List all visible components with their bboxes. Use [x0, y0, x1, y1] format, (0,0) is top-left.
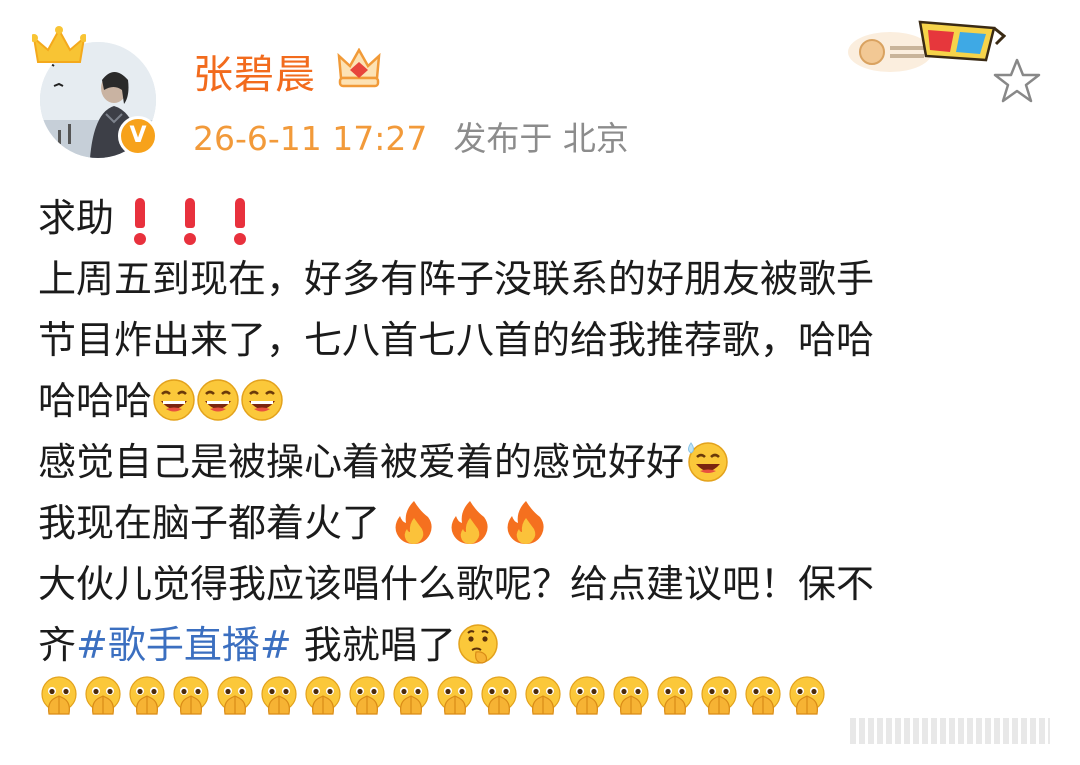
post-line-text: 我现在脑子都着火了 — [38, 501, 381, 545]
vip-crown-icon — [337, 48, 381, 88]
post-line: 哈哈哈 — [38, 371, 1038, 432]
post-line-text: 感觉自己是被操心着被爱着的感觉好好 — [38, 440, 685, 484]
post-line: 上周五到现在，好多有阵子没联系的好朋友被歌手 — [38, 249, 1038, 310]
pleading-pray-face-icon — [522, 674, 566, 735]
pleading-pray-face-icon — [170, 674, 214, 735]
post-line-text: 上周五到现在，好多有阵子没联系的好朋友被歌手 — [38, 257, 875, 301]
hashtag-link[interactable]: #歌手直播# — [76, 623, 292, 667]
post-line: 节目炸出来了，七八首七八首的给我推荐歌，哈哈 — [38, 310, 1038, 371]
laughing-face-icon — [241, 378, 283, 421]
pleading-pray-face-icon — [346, 674, 390, 735]
post-line-text: 哈哈哈 — [38, 379, 153, 423]
grinning-sweat-face-icon — [688, 441, 728, 482]
exclamation-icon — [126, 197, 154, 245]
post-line-text: 大伙儿觉得我应该唱什么歌呢？给点建议吧！保不 — [38, 562, 875, 606]
post-line: 感觉自己是被操心着被爱着的感觉好好 — [38, 432, 1038, 493]
pleading-pray-face-icon — [786, 674, 830, 735]
pleading-pray-face-icon — [82, 674, 126, 735]
pleading-pray-face-icon — [478, 674, 522, 735]
post-line-text: 我就唱了 — [291, 623, 456, 667]
3d-glasses-badge-icon[interactable] — [846, 14, 1006, 74]
post-line: 齐#歌手直播# 我就唱了 — [38, 615, 1038, 676]
post-line-text: 求助 — [38, 196, 115, 240]
pleading-pray-face-icon — [698, 674, 742, 735]
pleading-pray-face-icon — [38, 674, 82, 735]
post-line: 大伙儿觉得我应该唱什么歌呢？给点建议吧！保不 — [38, 554, 1038, 615]
fire-icon — [395, 500, 432, 544]
user-name[interactable]: 张碧晨 — [193, 42, 316, 100]
fire-icon — [507, 500, 544, 544]
laughing-face-icon — [153, 378, 195, 421]
post-line: 求助 — [38, 188, 1038, 249]
pleading-pray-face-icon — [742, 674, 786, 735]
post-meta: 26-6-11 17:27 发布于 北京 — [193, 112, 629, 160]
exclamation-icon — [226, 197, 254, 245]
avatar[interactable]: V — [32, 26, 168, 164]
fire-icon — [451, 500, 488, 544]
pleading-pray-face-icon — [610, 674, 654, 735]
pleading-pray-face-icon — [214, 674, 258, 735]
pleading-pray-face-icon — [566, 674, 610, 735]
post-content: 求助 上周五到现在，好多有阵子没联系的好朋友被歌手 节目炸出来了，七八首七八首的… — [38, 188, 1038, 737]
crown-icon — [32, 26, 86, 63]
thinking-face-icon — [458, 623, 498, 664]
pleading-pray-face-icon — [654, 674, 698, 735]
post-time[interactable]: 26-6-11 17:27 — [193, 119, 427, 158]
pleading-pray-face-icon — [126, 674, 170, 735]
pleading-pray-face-icon — [434, 674, 478, 735]
pleading-pray-face-icon — [390, 674, 434, 735]
post-line-text: 节目炸出来了，七八首七八首的给我推荐歌，哈哈 — [38, 318, 875, 362]
watermark — [850, 718, 1050, 744]
post-line: 我现在脑子都着火了 — [38, 493, 1038, 554]
laughing-face-icon — [197, 378, 239, 421]
exclamation-icon — [176, 197, 204, 245]
pleading-pray-face-icon — [302, 674, 346, 735]
verified-badge: V — [118, 116, 158, 156]
star-icon[interactable] — [992, 56, 1042, 106]
post-location: 发布于 北京 — [453, 119, 629, 158]
post-line-text: 齐 — [38, 623, 77, 667]
pleading-pray-face-icon — [258, 674, 302, 735]
